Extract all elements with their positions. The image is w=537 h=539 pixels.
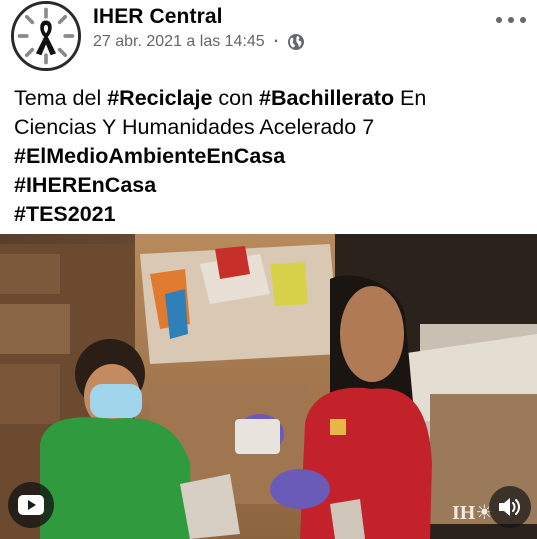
post-options-button[interactable] xyxy=(496,10,526,30)
dot-icon xyxy=(520,17,526,23)
post-timestamp[interactable]: 27 abr. 2021 a las 14:45 xyxy=(93,33,265,51)
ribbon-logo-icon xyxy=(14,4,78,68)
sound-toggle-button[interactable] xyxy=(489,486,531,528)
post-text-line-2: Ciencias Y Humanidades Acelerado 7 xyxy=(14,115,375,139)
channel-watermark: IH☀ xyxy=(452,502,494,524)
hashtag-bachillerato[interactable]: #Bachillerato xyxy=(259,86,394,110)
post-body: Tema del #Reciclaje con #Bachillerato En… xyxy=(14,84,524,229)
globe-icon xyxy=(288,34,305,50)
post-header: IHER Central 27 abr. 2021 a las 14:45 · xyxy=(0,0,537,72)
dot-icon xyxy=(508,17,514,23)
video-frame xyxy=(0,234,537,539)
video-player[interactable]: IH☀ xyxy=(0,234,537,539)
meta-separator: · xyxy=(273,33,280,50)
page-name-link[interactable]: IHER Central xyxy=(93,5,223,29)
post-meta: 27 abr. 2021 a las 14:45 · xyxy=(93,33,305,51)
speaker-icon xyxy=(499,498,520,516)
hashtag-tes2021[interactable]: #TES2021 xyxy=(14,200,524,229)
hashtag-reciclaje[interactable]: #Reciclaje xyxy=(107,86,212,110)
text-segment: Tema del xyxy=(14,86,108,110)
text-segment: En xyxy=(394,86,427,110)
youtube-play-icon xyxy=(18,495,44,515)
hashtag-elmedioambienteencasa[interactable]: #ElMedioAmbienteEnCasa xyxy=(14,142,524,171)
page-avatar[interactable] xyxy=(11,1,81,71)
text-segment: con xyxy=(212,86,260,110)
dot-icon xyxy=(496,17,502,23)
play-button[interactable] xyxy=(8,482,54,528)
post-text-line-1: Tema del #Reciclaje con #Bachillerato En xyxy=(14,84,524,113)
hashtag-iherencasa[interactable]: #IHEREnCasa xyxy=(14,171,524,200)
